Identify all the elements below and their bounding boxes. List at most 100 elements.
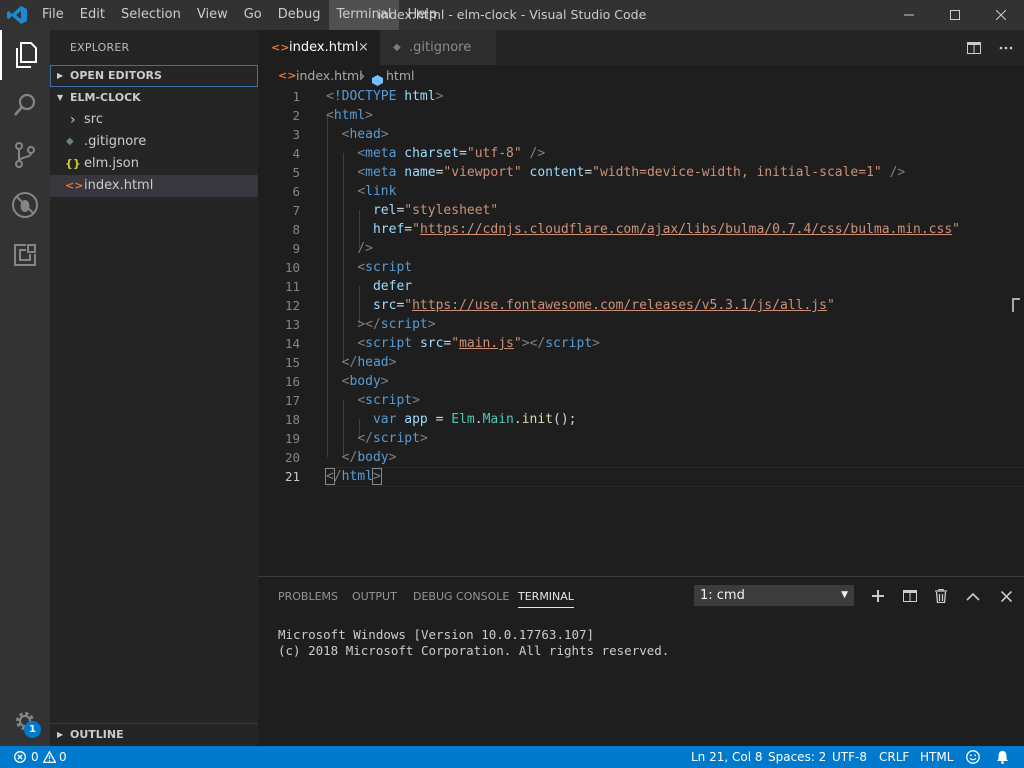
close-icon xyxy=(1000,590,1012,602)
extensions-icon xyxy=(14,243,37,266)
code-line: <script src="main.js"></script> xyxy=(357,336,600,351)
menu-view[interactable]: View xyxy=(189,0,236,30)
line-number: 4 xyxy=(292,146,300,161)
tree-item-elm-json[interactable]: {} elm.json xyxy=(50,153,258,175)
code-line: <script xyxy=(357,260,413,275)
tab-label: index.html xyxy=(289,40,359,55)
tab-gitignore[interactable]: ◆ .gitignore xyxy=(380,30,496,65)
menu-edit[interactable]: Edit xyxy=(72,0,113,30)
debug-icon xyxy=(12,192,38,218)
code-line: </html> xyxy=(325,468,382,485)
chevron-right-icon: ▶ xyxy=(57,730,64,739)
menu-go[interactable]: Go xyxy=(236,0,270,30)
project-folder-header[interactable]: ▼ ELM-CLOCK xyxy=(50,87,258,109)
menu-debug[interactable]: Debug xyxy=(270,0,329,30)
source-control-activity[interactable] xyxy=(0,130,50,180)
tab-debug-console[interactable]: DEBUG CONSOLE xyxy=(413,587,509,607)
explorer-activity[interactable] xyxy=(0,30,50,80)
extensions-activity[interactable] xyxy=(0,230,50,280)
outline-label: OUTLINE xyxy=(70,728,124,741)
menu-selection[interactable]: Selection xyxy=(113,0,189,30)
explorer-title: EXPLORER xyxy=(70,41,130,54)
line-number: 5 xyxy=(292,165,300,180)
line-number: 13 xyxy=(284,317,300,332)
tab-problems[interactable]: PROBLEMS xyxy=(278,587,338,607)
json-file-icon: {} xyxy=(65,157,81,170)
tree-item-src[interactable]: › src xyxy=(50,109,258,131)
line-number: 12 xyxy=(284,298,300,313)
split-editor-button[interactable] xyxy=(960,30,988,65)
terminal-select[interactable]: 1: cmd ▼ xyxy=(694,585,854,606)
trash-icon xyxy=(935,589,947,603)
tab-output[interactable]: OUTPUT xyxy=(352,587,397,607)
eol-status[interactable]: CRLF xyxy=(879,746,909,768)
minimize-button[interactable] xyxy=(886,0,932,30)
menu-file[interactable]: File xyxy=(34,0,72,30)
code-line: src="https://use.fontawesome.com/release… xyxy=(372,298,835,313)
close-tab-icon[interactable]: × xyxy=(358,30,369,65)
menu-terminal[interactable]: Terminal xyxy=(328,0,400,30)
split-terminal-icon xyxy=(903,590,917,602)
tab-terminal[interactable]: TERMINAL xyxy=(518,587,574,608)
indentation-status[interactable]: Spaces: 2 xyxy=(768,746,826,768)
terminal-select-value: 1: cmd xyxy=(700,588,745,603)
warning-count: 0 xyxy=(59,750,67,764)
tree-item-label: index.html xyxy=(84,178,154,193)
tree-item-label: elm.json xyxy=(84,156,139,171)
open-editors-header[interactable]: ▶ OPEN EDITORS xyxy=(50,65,258,87)
line-number: 21 xyxy=(284,469,300,484)
code-line: <head> xyxy=(341,127,389,142)
scroll-marker xyxy=(1012,298,1020,312)
explorer-sidebar: EXPLORER ▶ OPEN EDITORS ▼ ELM-CLOCK › sr… xyxy=(50,30,258,746)
split-terminal-button[interactable] xyxy=(898,585,922,607)
close-panel-button[interactable] xyxy=(994,585,1018,607)
code-editor[interactable]: 1 2 3 4 5 6 7 8 9 10 11 12 13 14 15 16 17 18 19 20 21 <!DOCT… xyxy=(258,87,1024,576)
line-number: 2 xyxy=(292,108,300,123)
code-line: defer xyxy=(372,279,413,294)
outline-header[interactable]: ▶ OUTLINE xyxy=(50,723,258,746)
tree-item-gitignore[interactable]: ◆ .gitignore xyxy=(50,131,258,153)
line-number: 18 xyxy=(284,412,300,427)
maximize-button[interactable] xyxy=(932,0,978,30)
close-icon xyxy=(996,10,1006,20)
ellipsis-icon xyxy=(999,46,1013,49)
chevron-down-icon: ▼ xyxy=(841,590,848,600)
search-activity[interactable] xyxy=(0,80,50,130)
line-number: 20 xyxy=(284,450,300,465)
error-icon xyxy=(14,751,26,763)
git-file-icon: ◆ xyxy=(66,136,74,147)
project-folder-label: ELM-CLOCK xyxy=(70,91,141,104)
cursor-position[interactable]: Ln 21, Col 8 xyxy=(691,746,763,768)
manage-settings-button[interactable] xyxy=(0,696,50,746)
tab-index-html[interactable]: <> index.html × xyxy=(258,30,380,65)
code-line: </script> xyxy=(357,431,428,446)
breadcrumb-element[interactable]: html xyxy=(386,65,414,87)
code-line: <body> xyxy=(341,374,389,389)
debug-activity[interactable] xyxy=(0,180,50,230)
line-number: 16 xyxy=(284,374,300,389)
vscode-logo-icon xyxy=(7,6,27,24)
breadcrumb-file[interactable]: index.html xyxy=(296,65,363,87)
bottom-panel: PROBLEMS OUTPUT DEBUG CONSOLE TERMINAL 1… xyxy=(258,576,1024,747)
language-mode[interactable]: HTML xyxy=(920,746,953,768)
line-number: 6 xyxy=(292,184,300,199)
git-file-icon: ◆ xyxy=(393,42,401,53)
html-file-icon: <> xyxy=(278,69,297,82)
chevron-right-icon: ▶ xyxy=(57,71,64,80)
chevron-right-icon: › xyxy=(70,112,76,128)
tree-item-index-html[interactable]: <> index.html xyxy=(50,175,258,197)
line-number: 7 xyxy=(292,203,300,218)
more-actions-button[interactable] xyxy=(992,30,1020,65)
line-number: 1 xyxy=(292,89,300,104)
line-number: 14 xyxy=(284,336,300,351)
plus-icon xyxy=(872,590,884,602)
code-line: var app = Elm.Main.init(); xyxy=(372,412,577,427)
menu-help[interactable]: Help xyxy=(399,0,445,30)
new-terminal-button[interactable] xyxy=(866,585,890,607)
line-number: 11 xyxy=(284,279,300,294)
maximize-panel-button[interactable] xyxy=(961,585,985,607)
encoding-status[interactable]: UTF-8 xyxy=(832,746,867,768)
kill-terminal-button[interactable] xyxy=(929,585,953,607)
editor-tabs: <> index.html × ◆ .gitignore xyxy=(258,30,1024,65)
close-window-button[interactable] xyxy=(978,0,1024,30)
